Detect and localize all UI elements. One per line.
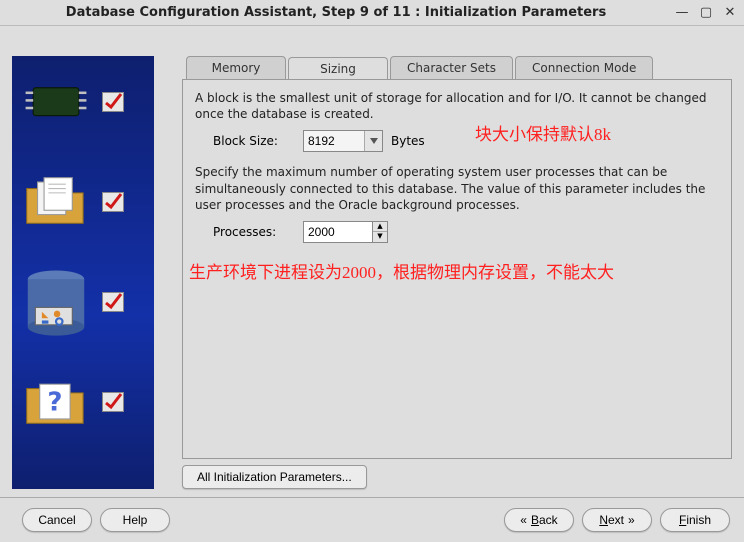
check-icon	[102, 392, 124, 412]
cylinder-shapes-icon	[18, 268, 94, 336]
tab-sizing[interactable]: Sizing	[288, 57, 388, 80]
spin-up-button[interactable]: ▲	[373, 222, 387, 232]
processes-row: Processes: ▲ ▼	[213, 221, 719, 243]
svg-text:?: ?	[47, 388, 62, 418]
footer-bar: Cancel Help « Back Next » Finish	[0, 497, 744, 542]
tab-memory[interactable]: Memory	[186, 56, 286, 79]
wizard-step	[18, 66, 148, 138]
cancel-button[interactable]: Cancel	[22, 508, 92, 532]
main-panel: Memory Sizing Character Sets Connection …	[182, 56, 732, 489]
next-label: ext	[608, 513, 624, 527]
chevron-down-icon[interactable]	[364, 131, 382, 151]
check-icon	[102, 292, 124, 312]
block-size-label: Block Size:	[213, 134, 295, 148]
window-title: Database Configuration Assistant, Step 9…	[6, 5, 666, 20]
next-arrow-icon: »	[628, 513, 635, 527]
wizard-sidebar: ?	[12, 56, 154, 489]
wizard-step: ?	[18, 366, 148, 438]
close-button[interactable]: ✕	[722, 5, 738, 21]
next-button[interactable]: Next »	[582, 508, 652, 532]
check-icon	[102, 92, 124, 112]
block-size-description: A block is the smallest unit of storage …	[195, 90, 719, 122]
processes-description: Specify the maximum number of operating …	[195, 164, 719, 213]
wizard-step	[18, 166, 148, 238]
block-size-input[interactable]	[304, 132, 364, 150]
wizard-step	[18, 266, 148, 338]
sizing-panel: A block is the smallest unit of storage …	[182, 79, 732, 459]
maximize-button[interactable]: ▢	[698, 5, 714, 21]
minimize-button[interactable]: —	[674, 5, 690, 21]
all-init-params-button[interactable]: All Initialization Parameters...	[182, 465, 367, 489]
back-label: ack	[539, 513, 558, 527]
folder-docs-icon	[18, 168, 94, 236]
titlebar: Database Configuration Assistant, Step 9…	[0, 0, 744, 26]
block-size-row: Block Size: Bytes	[213, 130, 719, 152]
processes-spinner: ▲ ▼	[303, 221, 388, 243]
chip-icon	[18, 68, 94, 136]
tab-bar: Memory Sizing Character Sets Connection …	[186, 56, 732, 79]
annotation-block-size: 块大小保持默认8k	[475, 120, 611, 145]
finish-button[interactable]: Finish	[660, 508, 730, 532]
processes-label: Processes:	[213, 225, 295, 239]
all-params-row: All Initialization Parameters...	[182, 465, 732, 489]
processes-input[interactable]	[303, 221, 373, 243]
block-size-combo[interactable]	[303, 130, 383, 152]
tab-character-sets[interactable]: Character Sets	[390, 56, 513, 79]
spin-down-button[interactable]: ▼	[373, 232, 387, 242]
window-body: ? Memory Sizing Character Sets Connectio…	[0, 26, 744, 541]
content-area: ? Memory Sizing Character Sets Connectio…	[0, 26, 744, 497]
help-button[interactable]: Help	[100, 508, 170, 532]
check-icon	[102, 192, 124, 212]
annotation-processes: 生产环境下进程设为2000，根据物理内存设置，不能太大	[189, 258, 725, 283]
block-size-unit: Bytes	[391, 134, 425, 148]
folder-question-icon: ?	[18, 368, 94, 436]
tab-connection-mode[interactable]: Connection Mode	[515, 56, 653, 79]
back-arrow-icon: «	[520, 513, 527, 527]
back-button[interactable]: « Back	[504, 508, 574, 532]
